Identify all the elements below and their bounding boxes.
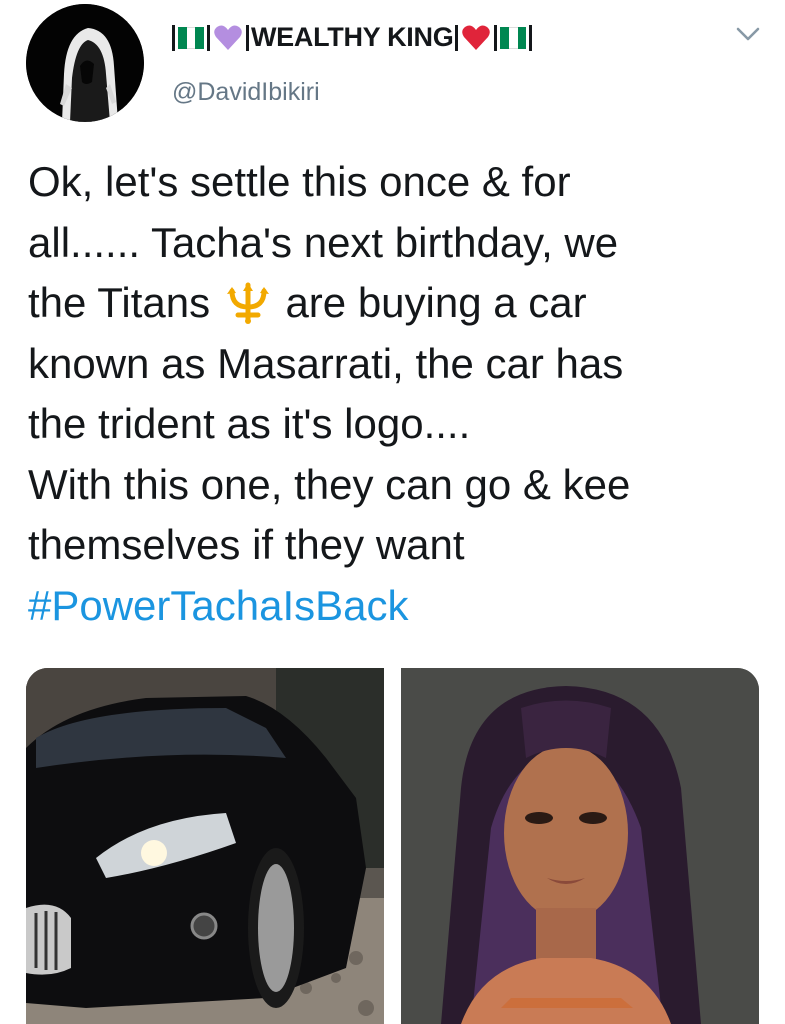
divider-bar <box>529 24 533 51</box>
purple-heart-icon <box>214 25 242 50</box>
tweet-text-line: all...... Tacha's next birthday, we <box>28 218 619 266</box>
nigeria-flag-icon <box>500 26 527 49</box>
divider-bar <box>455 24 459 51</box>
portrait-photo-image <box>401 668 759 1024</box>
hashtag-link[interactable]: #PowerTachaIsBack <box>28 576 768 637</box>
tweet-text-line: With this one, they can go & kee <box>28 460 631 508</box>
author-handle[interactable]: @DavidIbikiri <box>172 78 320 107</box>
trident-emoji-icon <box>226 282 269 324</box>
divider-bar <box>246 24 249 51</box>
tweet-text: Ok, let's settle this once & for all....… <box>28 152 768 636</box>
display-name-text: WEALTHY KING <box>251 22 454 52</box>
author-avatar[interactable] <box>26 4 144 122</box>
author-display-name[interactable]: WEALTHY KING <box>170 22 534 53</box>
divider-bar <box>172 24 175 51</box>
hooded-figure-icon <box>26 4 144 122</box>
tweet-text-line: known as Masarrati, the car has <box>28 339 624 387</box>
media-image-car[interactable] <box>26 668 384 1024</box>
tweet-text-line: Ok, let's settle this once & for <box>28 158 571 205</box>
red-heart-icon <box>462 25 491 50</box>
media-image-portrait[interactable] <box>401 668 759 1024</box>
tweet-text-line: the Titans are buying a car <box>28 273 768 334</box>
tweet-text-segment: are buying a car <box>285 279 587 326</box>
chevron-down-icon[interactable] <box>734 24 762 44</box>
nigeria-flag-icon <box>178 26 205 49</box>
tweet-text-segment: the Titans <box>28 279 211 326</box>
tweet-text-line: themselves if they want <box>28 521 465 568</box>
tweet-text-line: the trident as it's logo.... <box>28 400 471 447</box>
divider-bar <box>494 24 498 51</box>
divider-bar <box>207 24 210 51</box>
car-photo-image <box>26 668 384 1024</box>
